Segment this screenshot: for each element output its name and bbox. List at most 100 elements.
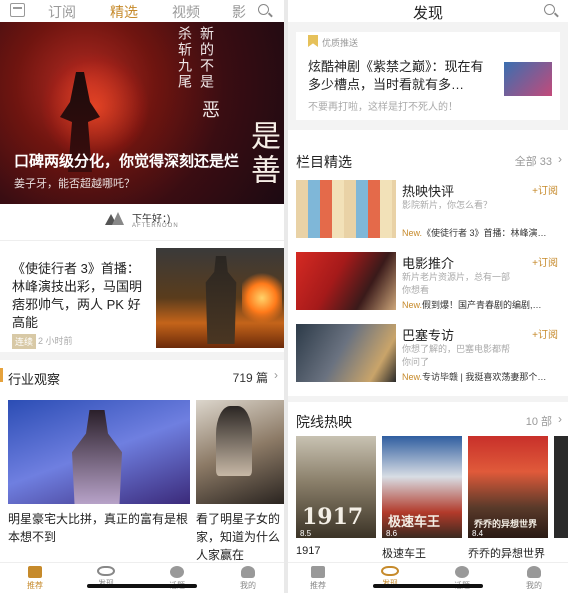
calendar-icon[interactable] [10, 3, 25, 17]
card-image [196, 400, 284, 504]
divider [0, 240, 284, 241]
industry-card-1[interactable]: 明星豪宅大比拼，真正的富有是根本想不到 [8, 400, 190, 546]
column-item[interactable]: 热映快评 +订阅 影院新片，你怎么看？ New.《使徒行者 3》首播：林峰演… [288, 180, 568, 242]
movie-poster-partial[interactable] [554, 436, 568, 538]
movie-poster[interactable]: 乔乔的异想世界 8.4 [468, 436, 548, 538]
columns-heading: 栏目精选 [296, 154, 352, 170]
latest-text: 假到爆！国产青春剧的编剧,… [422, 300, 542, 310]
nav-mine[interactable]: 我的 [228, 566, 268, 591]
column-item[interactable]: 巴塞专访 +订阅 你想了解的，巴塞电影都帮你问了 New.专访毕赣 | 我挺喜欢… [288, 324, 568, 386]
eye-icon [381, 566, 399, 576]
promo-subtitle: 不要再打啦，这样是打不死人的！ [308, 102, 458, 113]
movie-score: 8.5 [300, 529, 312, 538]
hero-banner[interactable]: 新的不是 杀斩九尾 恶 是善 口碑两级分化，你觉得深刻还是烂 姜子牙，能否超越哪… [0, 22, 284, 204]
nav-recommend[interactable]: 推荐 [298, 566, 338, 591]
new-label: New. [402, 228, 423, 238]
mountain-icon [105, 212, 125, 226]
column-name: 电影推介 [402, 256, 455, 271]
movie-title: 极速车王 [382, 548, 426, 560]
hero-title: 口碑两级分化，你觉得深刻还是烂 [14, 153, 240, 170]
column-item[interactable]: 电影推介 +订阅 新片老片资源片，总有一部你想看 New.假到爆！国产青春剧的编… [288, 252, 568, 314]
column-image [296, 324, 396, 382]
poster-text-col2: 杀斩九尾 [176, 26, 192, 90]
poster-title: 1917 [302, 504, 364, 530]
chevron-right-icon: › [558, 152, 562, 166]
search-icon[interactable] [258, 4, 269, 15]
columns-all-link[interactable]: 全部 33 [515, 153, 552, 169]
bottom-nav: 推荐 发现 话题 我的 [288, 562, 568, 593]
card-title: 看了明星子女的家，知道为什么人家赢在 [196, 512, 281, 562]
tab-video[interactable]: 视频 [172, 2, 200, 22]
tab-featured[interactable]: 精选 [110, 2, 138, 22]
chat-bubble-icon [455, 566, 469, 578]
movie-poster[interactable]: 1917 8.5 [296, 436, 376, 538]
column-image [296, 252, 396, 310]
column-image [296, 180, 396, 238]
industry-card-2[interactable]: 看了明星子女的家，知道为什么人家赢在 [196, 400, 284, 564]
column-latest[interactable]: New.假到爆！国产青春剧的编剧,… [402, 298, 558, 311]
columns-header: 栏目精选 全部 33 › [288, 150, 568, 172]
column-latest[interactable]: New.专访毕赣 | 我挺喜欢荡妻那个… [402, 370, 558, 383]
hero-glow [40, 52, 150, 162]
top-nav: 订阅 精选 视频 影 [0, 0, 284, 22]
cinema-header: 院线热映 10 部 › [288, 410, 568, 432]
column-desc: 新片老片资源片，总有一部你想看 [402, 272, 511, 295]
movie-title: 1917 [296, 545, 321, 557]
cinema-count-link[interactable]: 10 部 [526, 413, 552, 429]
search-icon[interactable] [544, 4, 555, 15]
left-screen: 订阅 精选 视频 影 新的不是 杀斩九尾 恶 是善 口碑两级分化，你觉得深刻还是… [0, 0, 284, 593]
section-count: 719 篇 [232, 371, 268, 385]
column-name: 热映快评 [402, 184, 455, 199]
tab-subscribe[interactable]: 订阅 [48, 2, 76, 22]
nav-label: 推荐 [310, 581, 326, 590]
article-tag: 连续 [12, 334, 37, 349]
poster-text-big: 是善 [245, 120, 280, 188]
chat-bubble-icon [170, 566, 184, 578]
tab-film[interactable]: 影 [232, 2, 246, 22]
new-label: New. [402, 300, 423, 310]
card-title: 明星豪宅大比拼，真正的富有是根本想不到 [8, 512, 189, 544]
bookmark-icon [308, 35, 318, 47]
promo-card[interactable]: 优质推送 炫酷神剧《紫禁之巅》：现在有多少槽点，当时看就有多… 不要再打啦，这样… [296, 32, 560, 120]
article-card[interactable]: 《使徒行者 3》首播：林峰演技出彩，马国明痞邪帅气，两人 PK 好高能 连续 2… [0, 248, 284, 349]
recommend-icon [311, 566, 325, 578]
promo-image [504, 62, 552, 96]
movie-score: 8.4 [472, 529, 484, 538]
movie-title: 乔乔的异想世界 [468, 548, 545, 560]
nav-mine[interactable]: 我的 [514, 566, 554, 591]
column-latest[interactable]: New.《使徒行者 3》首播：林峰演… [402, 226, 558, 239]
latest-text: 《使徒行者 3》首播：林峰演… [422, 228, 547, 238]
chevron-right-icon: › [274, 368, 278, 382]
section-gap [288, 396, 568, 402]
subscribe-button[interactable]: +订阅 [532, 326, 558, 341]
person-icon [527, 566, 541, 578]
article-title: 《使徒行者 3》首播：林峰演技出彩，马国明痞邪帅气，两人 PK 好高能 [12, 261, 143, 330]
hero-subtitle: 姜子牙，能否超越哪吒？ [14, 178, 135, 190]
section-name: 行业观察 [8, 372, 61, 387]
movie-poster[interactable]: 极速车王 8.6 [382, 436, 462, 538]
new-label: New. [402, 372, 423, 382]
article-time: 2 小时前 [38, 336, 73, 346]
section-industry[interactable]: 行业观察 719 篇 › [0, 360, 284, 390]
recommend-icon [28, 566, 42, 578]
poster-text-col1: 新的不是 [198, 26, 214, 90]
promo-label: 优质推送 [322, 38, 359, 48]
chevron-right-icon: › [558, 412, 562, 426]
subscribe-button[interactable]: +订阅 [532, 182, 558, 197]
column-desc: 影院新片，你怎么看？ [402, 200, 493, 210]
article-image [156, 248, 284, 348]
bottom-nav: 推荐 发现 话题 我的 [0, 562, 284, 593]
poster-title: 极速车王 [388, 515, 441, 530]
eye-icon [97, 566, 115, 576]
page-title: 发现 [412, 5, 443, 22]
home-indicator [87, 584, 197, 588]
poster-text-evil: 恶 [199, 100, 220, 120]
promo-title: 炫酷神剧《紫禁之巅》：现在有多少槽点，当时看就有多… [308, 59, 484, 92]
greeting-sub: AFTERNOON [132, 223, 179, 229]
nav-label: 我的 [240, 581, 256, 590]
column-name: 巴塞专访 [402, 328, 455, 343]
nav-recommend[interactable]: 推荐 [15, 566, 55, 591]
person-icon [241, 566, 255, 578]
nav-label: 推荐 [27, 581, 43, 590]
subscribe-button[interactable]: +订阅 [532, 254, 558, 269]
